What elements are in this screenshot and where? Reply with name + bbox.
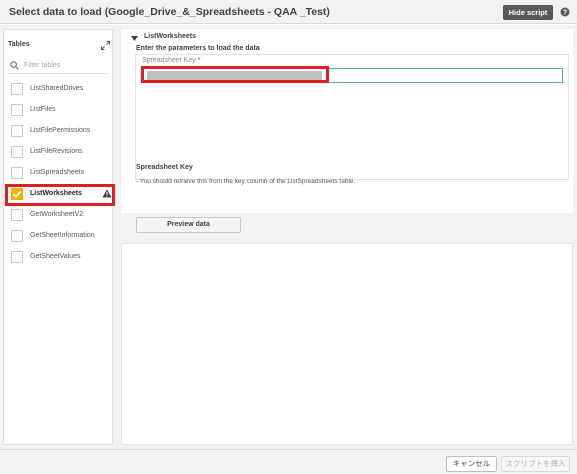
masked-key-value <box>147 71 322 81</box>
table-item-getworksheetv2[interactable]: GetWorksheetV2 <box>8 206 112 225</box>
table-item-listworksheets[interactable]: ListWorksheets <box>8 185 112 204</box>
collapse-icon[interactable] <box>101 41 110 50</box>
table-checkbox[interactable] <box>11 167 23 179</box>
table-item-label: ListSpreadsheets <box>30 169 85 176</box>
tables-panel: Tables Filter tables ListSharedDrives Li… <box>3 29 115 445</box>
table-item-label: GetSheetValues <box>30 253 81 260</box>
hide-script-button[interactable]: Hide script <box>503 5 553 20</box>
table-checkbox[interactable] <box>11 251 23 263</box>
spreadsheet-key-input[interactable] <box>143 68 563 83</box>
table-item-listfiles[interactable]: ListFiles <box>8 101 112 120</box>
table-item-listshareddrives[interactable]: ListSharedDrives <box>8 80 112 99</box>
table-checkbox[interactable] <box>11 125 23 137</box>
table-checkbox[interactable] <box>11 209 23 221</box>
table-item-label: GetWorksheetV2 <box>30 211 84 218</box>
table-item-getsheetinformation[interactable]: GetSheetInformation <box>8 227 112 246</box>
search-icon <box>10 61 19 70</box>
dialog-footer: キャンセル スクリプトを挿入 <box>0 449 577 474</box>
caret-down-icon[interactable] <box>131 36 138 41</box>
help-text: - You should retrieve this from the key … <box>136 178 356 185</box>
insert-script-button[interactable]: スクリプトを挿入 <box>501 456 570 472</box>
table-checkbox-checked[interactable] <box>11 188 23 200</box>
filter-tables-placeholder: Filter tables <box>24 62 61 69</box>
table-item-listspreadsheets[interactable]: ListSpreadsheets <box>8 164 112 183</box>
table-item-label: ListFiles <box>30 106 56 113</box>
table-item-label: ListSharedDrives <box>30 85 84 92</box>
parameters-subheading: Enter the parameters to load the data <box>136 45 260 52</box>
table-item-label: ListFileRevisions <box>30 148 83 155</box>
required-mark: * <box>197 57 201 64</box>
table-checkbox[interactable] <box>11 146 23 158</box>
section-title: ListWorksheets <box>144 33 196 40</box>
spreadsheet-key-label: Spreadsheet Key * <box>142 57 201 64</box>
table-item-getsheetvalues[interactable]: GetSheetValues <box>8 248 112 267</box>
preview-area <box>121 243 573 445</box>
help-title: Spreadsheet Key <box>136 164 193 171</box>
warning-icon <box>102 189 112 198</box>
dialog-header: Select data to load (Google_Drive_&_Spre… <box>0 0 577 24</box>
table-item-listfilerevisions[interactable]: ListFileRevisions <box>8 143 112 162</box>
cancel-button[interactable]: キャンセル <box>446 456 497 472</box>
table-checkbox[interactable] <box>11 104 23 116</box>
table-item-label: ListFilePermissions <box>30 127 91 134</box>
parameters-panel: ListWorksheets Enter the parameters to l… <box>121 29 573 213</box>
preview-data-button[interactable]: Preview data <box>136 217 241 233</box>
table-item-label: ListWorksheets <box>30 190 82 197</box>
table-checkbox[interactable] <box>11 230 23 242</box>
table-item-listfilepermissions[interactable]: ListFilePermissions <box>8 122 112 141</box>
help-circle-icon[interactable]: ? <box>560 7 570 17</box>
tables-heading: Tables <box>8 41 30 48</box>
main-area: Tables Filter tables ListSharedDrives Li… <box>0 25 577 449</box>
parameters-box: Spreadsheet Key * <box>135 54 569 180</box>
checkmark-icon <box>12 191 22 198</box>
table-checkbox[interactable] <box>11 83 23 95</box>
table-item-label: GetSheetInformation <box>30 232 95 239</box>
dialog-title: Select data to load (Google_Drive_&_Spre… <box>9 6 330 18</box>
svg-text:?: ? <box>563 10 567 17</box>
filter-tables-field[interactable]: Filter tables <box>8 58 108 74</box>
